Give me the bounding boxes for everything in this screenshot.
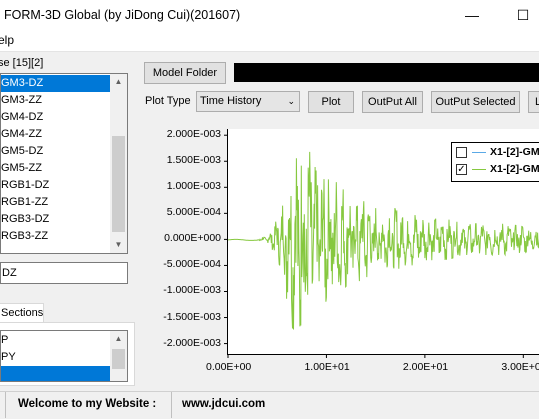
status-divider <box>5 392 6 418</box>
legend-checkbox-series-1[interactable] <box>456 147 467 158</box>
legend-label-series-2: X1-[2]-GM <box>490 163 539 175</box>
welcome-text: Welcome to my Website : <box>18 398 157 410</box>
legend-swatch-series-1 <box>472 152 486 153</box>
time-history-chart <box>224 134 539 358</box>
legend-swatch-series-2 <box>472 169 486 170</box>
legend-checkbox-series-2[interactable]: ✓ <box>456 164 467 175</box>
legend-label-series-1: X1-[2]-GM <box>490 146 539 158</box>
chart-legend: X1-[2]-GM ✓ X1-[2]-GM <box>451 142 539 182</box>
status-divider <box>171 392 172 418</box>
website-link[interactable]: www.jdcui.com <box>182 398 265 410</box>
